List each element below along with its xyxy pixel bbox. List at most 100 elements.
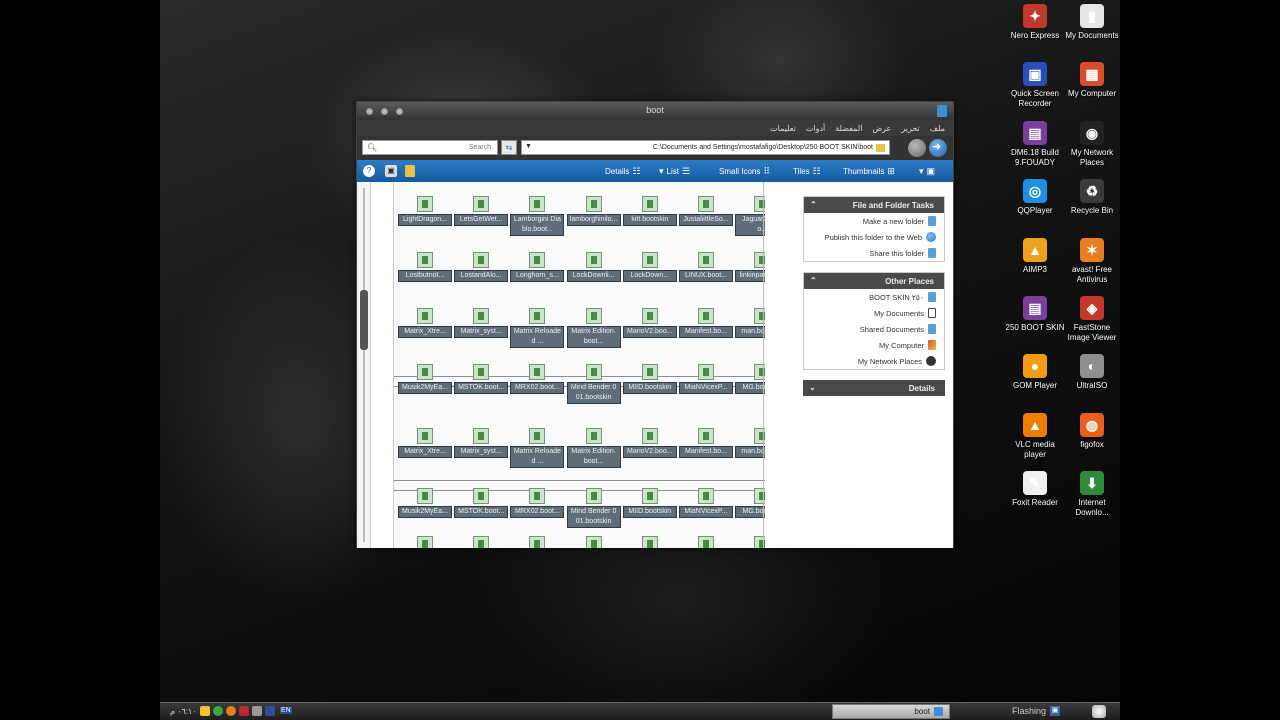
file-item[interactable]: linkinpark.bo... [735,252,765,282]
publish-folder-link[interactable]: Publish this folder to the Web [804,229,944,245]
file-item[interactable]: Matrix Edition.boot... [566,428,621,468]
desktop-shortcut[interactable]: ✦ Nero Express [1005,4,1065,41]
file-item[interactable]: LockDown... [622,252,677,282]
file-item[interactable]: MSTOK.boot... [454,488,509,518]
file-item[interactable]: MIID.bootskin [622,364,677,394]
file-item[interactable]: Matrix_syst... [454,308,509,338]
file-item[interactable]: Lamborgini Diablo.boot... [510,196,565,236]
thumbnails-view-button[interactable]: Thumbnails ⊞ [843,164,895,178]
file-item[interactable]: man.bootskin [735,308,765,338]
clock[interactable]: ٠٦:١٠ م [170,707,197,716]
file-item[interactable]: LINUX.boot... [679,252,733,282]
desktop-shortcut[interactable]: ▤ 250 BOOT SKIN [1005,296,1065,333]
share-folder-link[interactable]: Share this folder [804,245,944,261]
file-item[interactable]: Mind Bender 001.bootskin [566,488,621,528]
menu-view[interactable]: عرض [872,124,891,133]
desktop-shortcut[interactable]: ▦ My Computer [1062,62,1122,99]
file-item[interactable]: lamborghinilo... [566,196,621,226]
small-icons-button[interactable]: Small Icons ⠿ [719,164,770,178]
vertical-scrollbar[interactable] [357,182,371,548]
file-item[interactable] [567,536,621,548]
tray-volume-icon[interactable] [251,706,262,716]
search-input[interactable]: 🔍︎ Search [362,140,498,155]
language-indicator[interactable]: EN [280,707,292,714]
desktop-shortcut[interactable]: ◍ figofox [1062,412,1122,450]
file-item[interactable] [454,536,508,548]
desktop-shortcut[interactable]: ◎ QQPlayer [1005,179,1065,216]
place-shared-documents[interactable]: Shared Documents [804,321,944,337]
file-item[interactable]: MiaNVicexP... [679,364,733,394]
views-menu-button[interactable]: ▾ ▣ [919,164,935,178]
file-item[interactable]: Lostbutnot... [398,252,452,282]
file-item[interactable]: MSTOK.boot... [454,364,509,394]
collapse-icon[interactable]: ⌃ [810,276,817,285]
menu-favorites[interactable]: المفضلة [835,124,862,133]
tiles-view-button[interactable]: Tiles ☷ [793,164,821,178]
forward-button[interactable] [908,139,926,157]
file-item[interactable]: man.bootskin [735,428,765,458]
desktop-shortcut[interactable]: ▣ Quick Screen Recorder [1005,62,1065,109]
desktop-shortcut[interactable]: ◉ My Network Places [1062,120,1122,168]
file-item[interactable]: Longhorn_s... [510,252,565,282]
desktop-shortcut[interactable]: ▲ AIMP3 [1005,237,1065,275]
expand-icon[interactable]: ⌄ [809,383,816,392]
collapse-icon[interactable]: ⌃ [810,200,817,209]
file-item[interactable]: MRX02.boot... [510,364,565,394]
place-boot-skin[interactable]: BOOT SKIN ٢٥٠ [804,289,944,305]
file-item[interactable]: LockDownli... [566,252,621,282]
menu-file[interactable]: ملف [930,124,945,133]
file-item[interactable]: Matrix Edition.boot... [566,308,621,348]
taskbar-window-boot[interactable]: boot [832,704,950,719]
file-item[interactable]: Musik2MyEa... [398,488,452,518]
start-button[interactable] [1092,705,1106,718]
file-item[interactable]: MarioV2.boo... [622,308,677,338]
place-my-documents[interactable]: My Documents [804,305,944,321]
title-bar[interactable]: boot [357,102,953,120]
details-header[interactable]: ⌄ Details [803,380,945,396]
printer-icon[interactable]: ▣ [385,165,397,177]
help-icon[interactable]: ? [363,165,375,177]
file-folder-tasks-header[interactable]: ⌃ File and Folder Tasks [804,197,944,213]
tray-avast-icon[interactable] [225,706,236,716]
file-item[interactable]: Mind Bender 001.bootskin [566,364,621,404]
desktop-shortcut[interactable]: ▮ My Documents [1062,4,1122,41]
file-item[interactable]: Matrix Reloaded ... [510,308,565,348]
menu-edit[interactable]: تحرير [901,124,919,133]
desktop-shortcut[interactable]: ◐ UltraISO [1062,354,1122,391]
file-item[interactable] [679,536,733,548]
file-item[interactable]: MG.bootskin [735,364,765,394]
file-item[interactable]: Matrix_syst... [454,428,509,458]
desktop-shortcut[interactable]: ● GOM Player [1005,354,1065,391]
tray-recorder-icon[interactable] [264,706,275,716]
file-item[interactable] [398,536,452,548]
desktop-shortcut[interactable]: ▲ VLC media player [1005,412,1065,460]
menu-tools[interactable]: أدوات [806,124,825,133]
place-my-computer[interactable]: My Computer [804,337,944,353]
back-button[interactable] [929,139,947,157]
file-item[interactable]: MIID.bootskin [622,488,677,518]
file-item[interactable]: Manifest.bo... [679,308,733,338]
file-item[interactable]: Manifest.bo... [679,428,733,458]
tray-idm-icon[interactable] [212,706,223,716]
file-item[interactable]: JaguarXK.boo... [735,196,765,236]
chevron-down-icon[interactable]: ▼ [525,143,532,150]
file-item[interactable] [510,536,564,548]
file-item[interactable]: kitt.bootskin [622,196,677,226]
list-view-button[interactable]: ▾ List ☰ [659,164,690,178]
file-item[interactable]: LetsGetWet... [454,196,509,226]
folders-icon[interactable] [405,165,415,177]
desktop-shortcut[interactable]: ✎ Foxit Reader [1005,471,1065,508]
file-item[interactable]: LightDragon... [398,196,452,226]
tray-app-icon[interactable] [199,706,210,716]
file-item[interactable]: MarioV2.boo... [622,428,677,458]
tray-app-icon[interactable] [238,706,249,716]
file-item[interactable] [623,536,677,548]
file-item[interactable]: MiaNVicexP... [679,488,733,518]
menu-help[interactable]: تعليمات [770,124,796,133]
desktop-shortcut[interactable]: ◈ FastStone Image Viewer [1062,296,1122,343]
file-item[interactable]: JustaliittleSo... [679,196,733,226]
file-item[interactable]: LostandAlo... [454,252,509,282]
details-view-button[interactable]: Details ☷ [605,164,641,178]
address-input[interactable]: ▼ C:\Documents and Settings\mostafafigo\… [521,140,890,155]
go-button[interactable]: ⇆ [501,140,517,155]
